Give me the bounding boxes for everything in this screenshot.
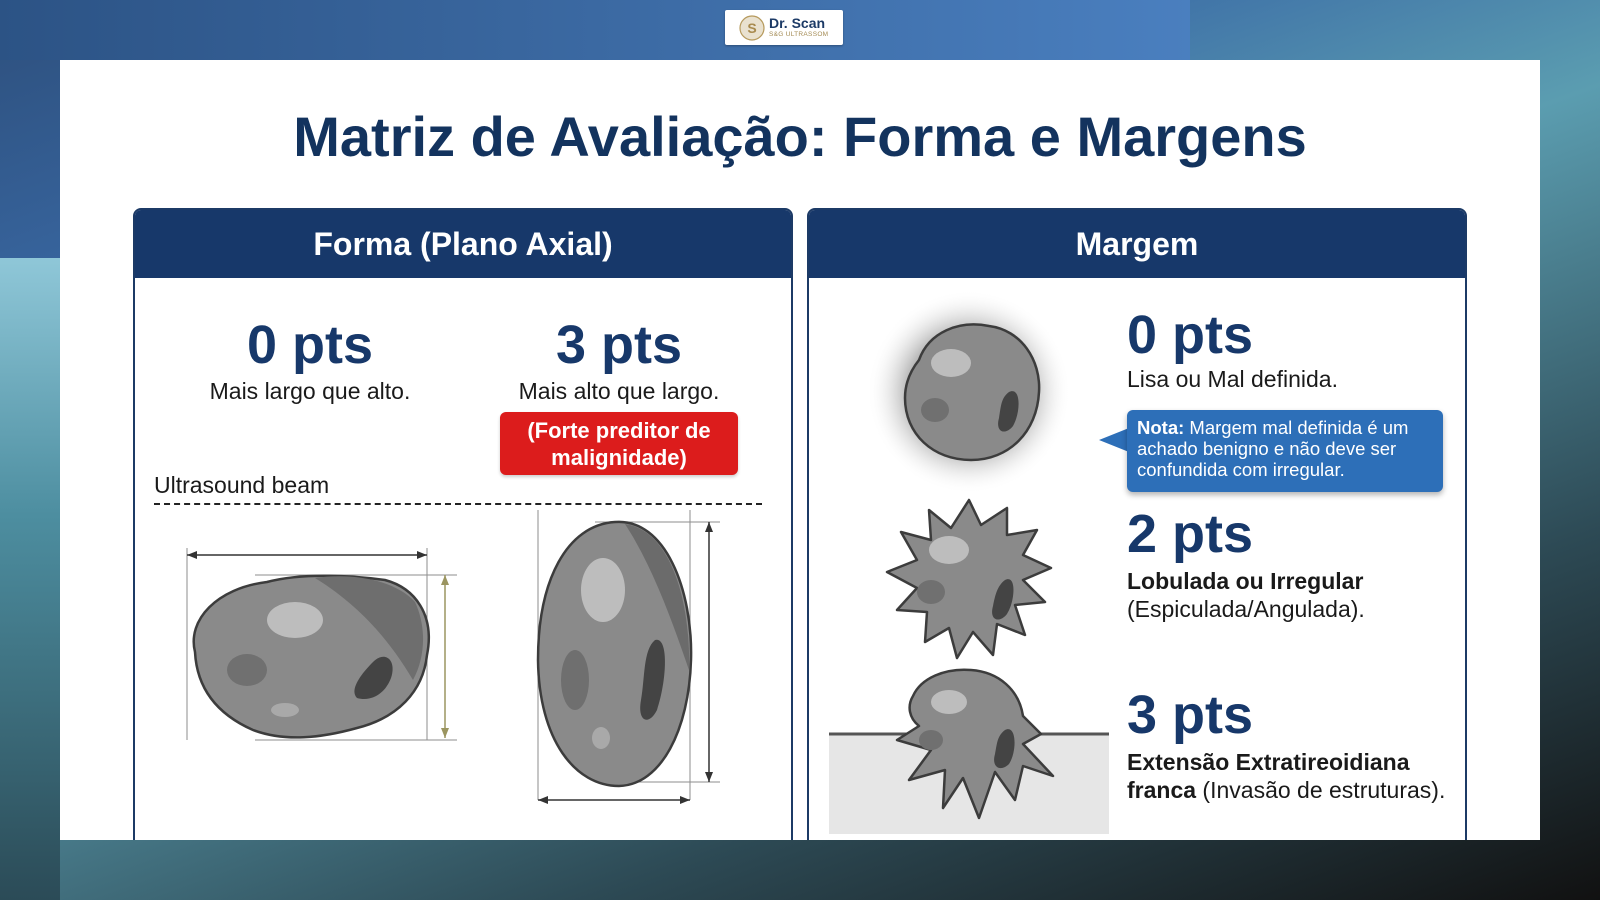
- tall-nodule-illustration: [536, 510, 720, 804]
- note-label: Nota:: [1137, 417, 1185, 438]
- background-left-strip: [0, 258, 60, 900]
- margem-0-block: 0 pts Lisa ou Mal definida.: [1127, 308, 1338, 393]
- margem-2-block: 2 pts Lobulada ou Irregular (Espiculada/…: [1127, 507, 1365, 623]
- slide: Matriz de Avaliação: Forma e Margens For…: [60, 60, 1540, 840]
- spiculated-nodule: [885, 498, 1053, 660]
- margem-2-desc: (Espiculada/Angulada).: [1127, 596, 1365, 622]
- svg-text:S: S: [747, 20, 756, 36]
- margem-2-bold: Lobulada ou Irregular: [1127, 568, 1364, 594]
- margem-0-desc: Lisa ou Mal definida.: [1127, 366, 1338, 392]
- margem-3-bold: Extensão Extratireoidiana: [1127, 749, 1410, 775]
- logo: S Dr. Scan S&G ULTRASSOM: [725, 10, 843, 45]
- logo-name: Dr. Scan: [769, 15, 826, 32]
- background-band: [0, 0, 1190, 60]
- smooth-nodule: [867, 290, 1071, 494]
- margem-3-block: 3 pts Extensão Extratireoidiana franca (…: [1127, 688, 1445, 804]
- logo-s-icon: S: [739, 14, 765, 41]
- note-callout-tail: [1099, 428, 1129, 452]
- margem-3-bold-2: franca: [1127, 777, 1197, 803]
- margem-panel: Margem 0 pts Lisa ou Mal definida. Nota:…: [807, 208, 1467, 840]
- margem-3-pts: 3 pts: [1127, 685, 1254, 745]
- note-callout: Nota: Margem mal definida é um achado be…: [1127, 410, 1443, 492]
- extension-nodule: [829, 668, 1109, 834]
- slide-title: Matriz de Avaliação: Forma e Margens: [293, 105, 1307, 168]
- logo-subtitle: S&G ULTRASSOM: [769, 31, 829, 39]
- margem-3-desc: (Invasão de estruturas).: [1196, 777, 1446, 803]
- margem-2-pts: 2 pts: [1127, 504, 1254, 564]
- margem-0-pts: 0 pts: [1127, 305, 1254, 365]
- forma-panel: Forma (Plano Axial) 0 pts Mais largo que…: [133, 208, 793, 840]
